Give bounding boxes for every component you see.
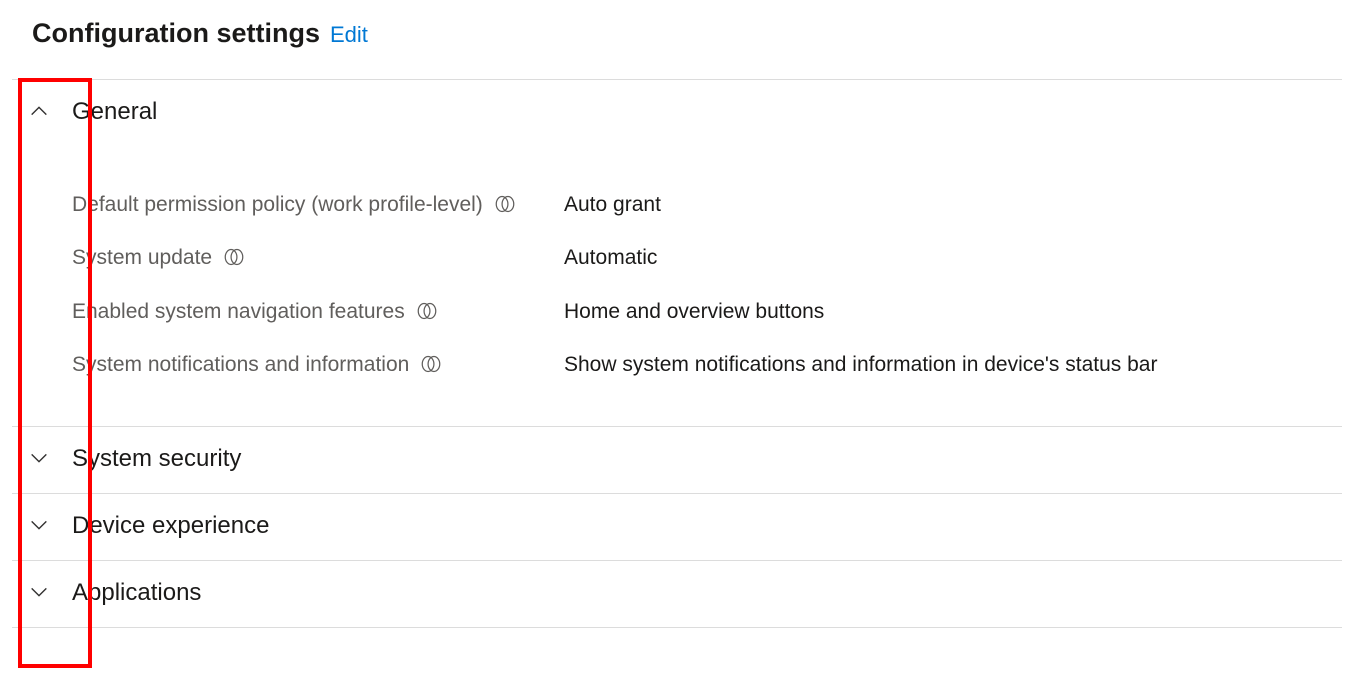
edit-link[interactable]: Edit bbox=[330, 22, 368, 48]
info-icon[interactable] bbox=[421, 354, 441, 374]
info-icon[interactable] bbox=[495, 194, 515, 214]
detail-label: Default permission policy (work profile-… bbox=[72, 193, 483, 216]
detail-value: Automatic bbox=[564, 246, 657, 269]
section-title: System security bbox=[72, 445, 241, 472]
section-title: Device experience bbox=[72, 512, 269, 539]
detail-row: Default permission policy (work profile-… bbox=[72, 178, 1342, 231]
detail-row: System update Automatic bbox=[72, 231, 1342, 284]
detail-row: Enabled system navigation features Home … bbox=[72, 285, 1342, 338]
detail-value: Auto grant bbox=[564, 193, 661, 216]
chevron-up-icon bbox=[28, 100, 50, 122]
info-icon[interactable] bbox=[417, 301, 437, 321]
detail-value: Home and overview buttons bbox=[564, 300, 824, 323]
section-row-applications[interactable]: Applications bbox=[12, 561, 1342, 628]
section-title: General bbox=[72, 98, 157, 125]
section-row-general[interactable]: General Default permission policy (work … bbox=[12, 80, 1342, 412]
detail-value: Show system notifications and informatio… bbox=[564, 353, 1157, 376]
page-title: Configuration settings bbox=[32, 18, 320, 49]
section-row-system-security[interactable]: System security bbox=[12, 427, 1342, 494]
section-general-details: Default permission policy (work profile-… bbox=[72, 126, 1342, 392]
detail-label: Enabled system navigation features bbox=[72, 300, 405, 323]
chevron-down-icon bbox=[28, 447, 50, 469]
section-header: Configuration settings Edit bbox=[12, 18, 1342, 80]
chevron-down-icon bbox=[28, 514, 50, 536]
detail-label: System notifications and information bbox=[72, 353, 409, 376]
section-row-device-experience[interactable]: Device experience bbox=[12, 494, 1342, 561]
detail-label: System update bbox=[72, 246, 212, 269]
info-icon[interactable] bbox=[224, 247, 244, 267]
section-title: Applications bbox=[72, 579, 201, 606]
chevron-down-icon bbox=[28, 581, 50, 603]
detail-row: System notifications and information Sho… bbox=[72, 338, 1342, 391]
